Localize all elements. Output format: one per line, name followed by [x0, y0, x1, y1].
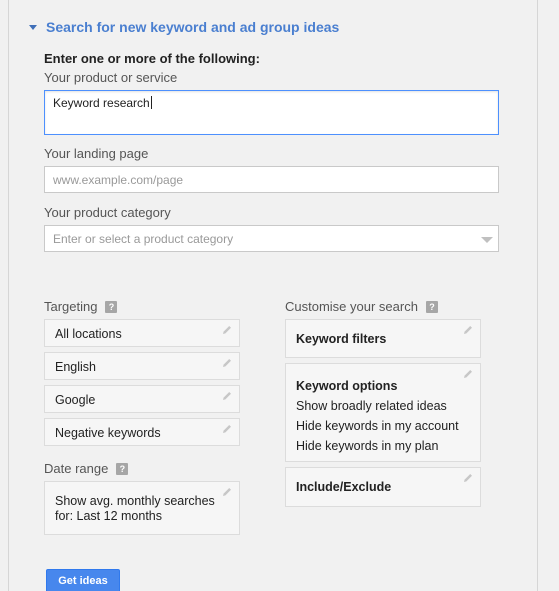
targeting-item-label: English: [55, 360, 96, 374]
keyword-filters-box[interactable]: Keyword filters: [285, 319, 481, 358]
category-placeholder: Enter or select a product category: [53, 232, 234, 246]
date-range-line1: Show avg. monthly searches: [55, 494, 215, 508]
date-range-label-text: Date range: [44, 461, 109, 476]
keyword-filters-title: Keyword filters: [296, 332, 387, 346]
customise-label-text: Customise your search: [285, 299, 418, 314]
targeting-item-locations[interactable]: All locations: [44, 319, 240, 347]
targeting-item-label: All locations: [55, 327, 122, 341]
pencil-icon[interactable]: [221, 357, 233, 369]
pencil-icon[interactable]: [462, 368, 474, 380]
product-input-value: Keyword research: [53, 96, 150, 110]
text-caret: [150, 96, 152, 109]
keyword-option-line: Hide keywords in my plan: [296, 439, 439, 453]
collapse-triangle-icon[interactable]: [29, 24, 37, 30]
help-icon[interactable]: ?: [116, 462, 129, 475]
search-panel: Search for new keyword and ad group idea…: [8, 0, 538, 591]
category-select[interactable]: Enter or select a product category: [44, 225, 499, 252]
targeting-label: Targeting ?: [44, 299, 118, 314]
pencil-icon[interactable]: [221, 486, 233, 498]
include-exclude-title: Include/Exclude: [296, 480, 392, 494]
customise-label: Customise your search ?: [285, 299, 438, 314]
keyword-option-line: Hide keywords in my account: [296, 419, 459, 433]
targeting-label-text: Targeting: [44, 299, 98, 314]
keyword-options-title: Keyword options: [296, 379, 398, 393]
keyword-option-line: Show broadly related ideas: [296, 399, 447, 413]
get-ideas-button[interactable]: Get ideas: [46, 569, 120, 591]
landing-page-placeholder: www.example.com/page: [53, 173, 184, 187]
pencil-icon[interactable]: [221, 390, 233, 402]
help-icon[interactable]: ?: [425, 300, 438, 313]
targeting-item-label: Google: [55, 393, 96, 407]
date-range-line2: for: Last 12 months: [55, 509, 163, 523]
targeting-item-network[interactable]: Google: [44, 385, 240, 413]
category-label: Your product category: [44, 205, 171, 220]
product-input[interactable]: Keyword research: [44, 90, 499, 135]
targeting-item-language[interactable]: English: [44, 352, 240, 380]
keyword-options-box[interactable]: Keyword options Show broadly related ide…: [285, 363, 481, 462]
pencil-icon[interactable]: [221, 324, 233, 336]
dropdown-arrow-icon[interactable]: [481, 237, 493, 243]
targeting-item-negative-keywords[interactable]: Negative keywords: [44, 418, 240, 446]
section-title[interactable]: Search for new keyword and ad group idea…: [46, 19, 339, 35]
date-range-box[interactable]: Show avg. monthly searches for: Last 12 …: [44, 481, 240, 535]
help-icon[interactable]: ?: [105, 300, 118, 313]
date-range-label: Date range ?: [44, 461, 129, 476]
form-lead: Enter one or more of the following:: [44, 51, 260, 66]
pencil-icon[interactable]: [462, 324, 474, 336]
pencil-icon[interactable]: [462, 472, 474, 484]
landing-page-input[interactable]: www.example.com/page: [44, 166, 499, 193]
include-exclude-box[interactable]: Include/Exclude: [285, 467, 481, 507]
pencil-icon[interactable]: [221, 423, 233, 435]
section-header[interactable]: Search for new keyword and ad group idea…: [29, 19, 339, 35]
page: Search for new keyword and ad group idea…: [0, 0, 559, 591]
landing-label: Your landing page: [44, 146, 149, 161]
product-label: Your product or service: [44, 70, 178, 85]
targeting-item-label: Negative keywords: [55, 426, 161, 440]
